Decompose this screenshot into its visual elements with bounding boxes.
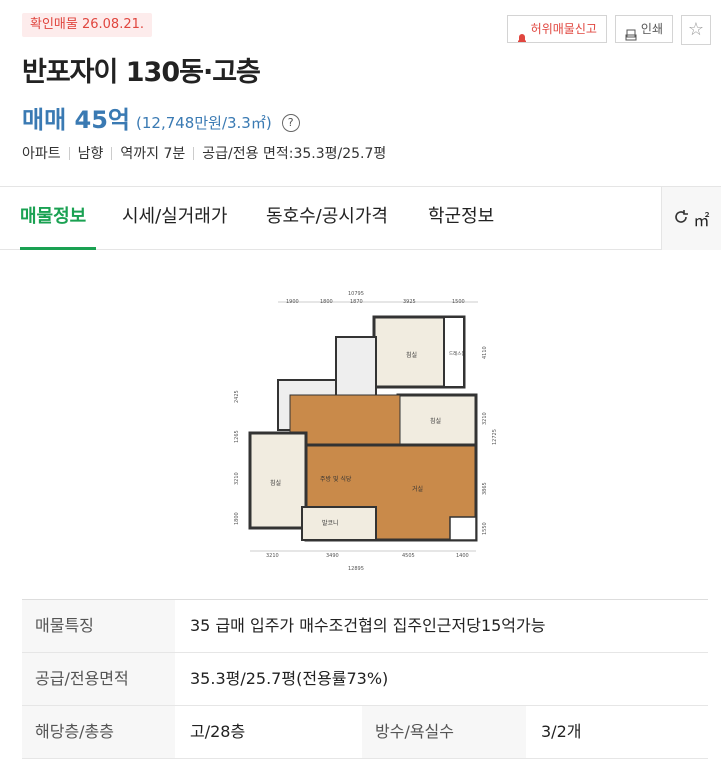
room-label: 침실	[270, 479, 281, 487]
tab-school-district[interactable]: 학군정보	[428, 187, 494, 250]
table-row: 매물특징 35 급매 입주가 매수조건협의 집주인근저당15억가능	[22, 600, 708, 653]
svg-text:3210: 3210	[266, 553, 279, 559]
svg-text:1500: 1500	[452, 299, 465, 305]
closet-label: 드레스룸	[449, 350, 466, 357]
active-tab-underline	[20, 247, 96, 250]
room-label: 발코니	[322, 519, 339, 527]
listing-summary: 아파트 남향 역까지 7분 공급/전용 면적:35.3평/25.7평	[22, 143, 386, 163]
features-value: 35 급매 입주가 매수조건협의 집주인근저당15억가능	[190, 616, 546, 635]
floor-label: 해당층/총층	[22, 706, 175, 758]
svg-text:1550: 1550	[482, 522, 488, 535]
svg-text:3490: 3490	[326, 553, 339, 559]
tab-listing-info[interactable]: 매물정보	[20, 187, 86, 250]
rooms-value: 3/2개	[541, 722, 582, 741]
svg-text:12725: 12725	[492, 429, 498, 445]
report-fake-button[interactable]: 허위매물신고	[506, 15, 607, 43]
area-label: 공급/전용면적	[22, 653, 175, 705]
summary-station: 역까지 7분	[120, 146, 186, 162]
listing-title: 반포자이 130동·고층	[22, 57, 261, 88]
room-label: 침실	[406, 351, 417, 359]
divider	[111, 146, 113, 160]
unit-price: (12,748만원/3.3㎡)	[136, 114, 272, 132]
svg-text:3210: 3210	[234, 472, 240, 485]
unit-toggle-button[interactable]: ㎡	[661, 187, 721, 250]
price: 매매 45억	[22, 106, 130, 134]
refresh-icon	[673, 209, 689, 229]
summary-direction: 남향	[77, 146, 104, 162]
svg-text:1900: 1900	[286, 299, 299, 305]
siren-icon	[517, 24, 527, 42]
divider	[193, 146, 195, 160]
divider	[68, 146, 70, 160]
print-label: 인쇄	[640, 22, 663, 36]
star-icon: ☆	[687, 19, 705, 40]
table-row: 해당층/총층 고/28층 방수/욕실수 3/2개	[22, 706, 708, 759]
help-icon[interactable]: ?	[281, 114, 300, 132]
rooms-label: 방수/욕실수	[362, 706, 526, 758]
top-actions: 허위매물신고 인쇄 ☆	[506, 15, 711, 45]
features-label: 매물특징	[22, 600, 175, 652]
room-label: 침실	[430, 417, 441, 425]
svg-text:4110: 4110	[482, 346, 488, 359]
report-label: 허위매물신고	[530, 22, 597, 36]
svg-text:1400: 1400	[456, 553, 469, 559]
room-label: 거실	[412, 485, 423, 493]
svg-text:3925: 3925	[403, 299, 416, 305]
svg-text:8475: 8475	[230, 454, 232, 467]
favorite-button[interactable]: ☆	[681, 15, 711, 45]
tab-price-trades[interactable]: 시세/실거래가	[122, 187, 227, 250]
floor-value: 고/28층	[190, 722, 246, 741]
svg-text:1800: 1800	[234, 512, 240, 525]
print-button[interactable]: 인쇄	[614, 15, 673, 43]
listing-details-table: 매물특징 35 급매 입주가 매수조건협의 집주인근저당15억가능 공급/전용면…	[22, 599, 708, 759]
confirm-badge: 확인매물 26.08.21.	[22, 13, 152, 37]
tab-bar: 매물정보 시세/실거래가 동호수/공시가격 학군정보 ㎡	[0, 186, 721, 250]
svg-text:1870: 1870	[350, 299, 363, 305]
svg-text:3210: 3210	[482, 412, 488, 425]
svg-text:1800: 1800	[320, 299, 333, 305]
unit-label: ㎡	[693, 210, 710, 230]
summary-area: 공급/전용 면적:35.3평/25.7평	[202, 146, 387, 162]
svg-text:3865: 3865	[482, 482, 488, 495]
summary-type: 아파트	[22, 146, 61, 162]
svg-text:2425: 2425	[234, 390, 240, 403]
tab-unit-official-price[interactable]: 동호수/공시가격	[266, 187, 388, 250]
area-value: 35.3평/25.7평(전용률73%)	[190, 669, 389, 688]
room-label: 주방 및 식당	[320, 475, 352, 483]
print-icon	[625, 23, 637, 41]
svg-text:12895: 12895	[348, 566, 364, 572]
svg-text:4505: 4505	[402, 553, 415, 559]
svg-text:1265: 1265	[234, 430, 240, 443]
price-row: 매매 45억 (12,748만원/3.3㎡) ?	[22, 100, 300, 135]
dim-top-total: 10795	[348, 291, 364, 297]
floor-plan-image: 10795 1900 1800 1870 3925 1500 침실 드레스룸 침…	[226, 285, 500, 575]
table-row: 공급/전용면적 35.3평/25.7평(전용률73%)	[22, 653, 708, 706]
